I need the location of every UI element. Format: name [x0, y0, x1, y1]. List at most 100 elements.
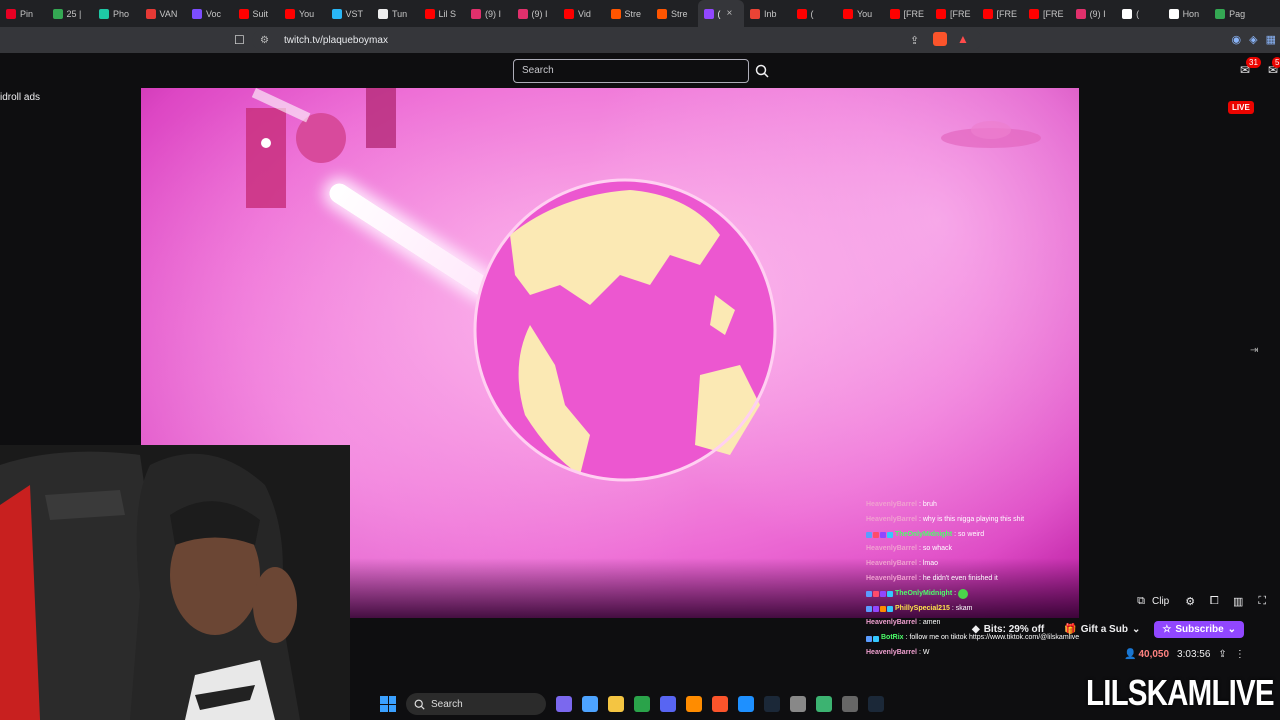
browser-tab[interactable]: 25 | [47, 0, 94, 27]
taskbar-app-icon[interactable] [660, 696, 676, 712]
chat-message: HeavenlyBarrel: why is this nigga playin… [866, 513, 1096, 528]
browser-tab[interactable]: (9) I [1070, 0, 1117, 27]
chat-badge-icon [880, 591, 886, 598]
tab-label: [FRE [903, 8, 925, 19]
chat-username[interactable]: HeavenlyBarrel [866, 542, 917, 557]
tab-favicon-icon [889, 8, 900, 19]
browser-tab[interactable]: You [837, 0, 884, 27]
miniplayer-icon[interactable]: ⧠ [1207, 594, 1221, 608]
browser-tab[interactable]: ( [791, 0, 838, 27]
taskbar-app-icon[interactable] [868, 696, 884, 712]
browser-tab[interactable]: VST [326, 0, 373, 27]
browser-tab[interactable]: Pin [0, 0, 47, 27]
taskbar-app-icon[interactable] [790, 696, 806, 712]
tab-label: (9) I [1089, 8, 1106, 19]
browser-tab[interactable]: Suit [233, 0, 280, 27]
chat-text: : W [918, 648, 930, 656]
chat-message: PhillySpecial215: skam [866, 602, 1096, 617]
chat-username[interactable]: HeavenlyBarrel [866, 616, 917, 631]
fullscreen-icon[interactable]: ⛶ [1255, 594, 1269, 608]
taskbar-app-icon[interactable] [686, 696, 702, 712]
browser-tab[interactable]: Tun [372, 0, 419, 27]
gift-sub-button[interactable]: 🎁 Gift a Sub ⌄ [1058, 621, 1146, 638]
taskbar-app-icon[interactable] [738, 696, 754, 712]
browser-tab[interactable]: ( [1116, 0, 1163, 27]
extension-icon[interactable]: ◉ [1232, 33, 1242, 46]
clip-button[interactable]: ⧉ Clip [1130, 592, 1173, 610]
site-settings-icon[interactable]: ⚙ [260, 35, 274, 46]
taskbar-search[interactable]: Search [406, 693, 546, 715]
taskbar-app-icon[interactable] [764, 696, 780, 712]
browser-tab[interactable]: [FRE [1023, 0, 1070, 27]
taskbar-app-icon[interactable] [608, 696, 624, 712]
browser-tab[interactable]: Pho [93, 0, 140, 27]
browser-tab[interactable]: Stre [651, 0, 698, 27]
browser-tab[interactable]: Hon [1163, 0, 1210, 27]
browser-tab[interactable]: (9) I [465, 0, 512, 27]
collapse-chat-icon[interactable]: ⇥ [1250, 345, 1258, 356]
browser-tab[interactable]: Voc [186, 0, 233, 27]
taskbar-app-icon[interactable] [634, 696, 650, 712]
browser-tab[interactable]: VAN [140, 0, 187, 27]
browser-tab[interactable]: Vid [558, 0, 605, 27]
browser-tab[interactable]: You [279, 0, 326, 27]
tab-favicon-icon [331, 8, 342, 19]
browser-tab[interactable]: Pag [1209, 0, 1256, 27]
share-icon[interactable]: ⇪ [910, 34, 919, 47]
chat-username[interactable]: BotRix [881, 631, 904, 646]
tab-label: Lil S [438, 8, 457, 19]
taskbar-app-icon[interactable] [556, 696, 572, 712]
chat-badge-icon [887, 605, 893, 612]
taskbar-app-icon[interactable] [816, 696, 832, 712]
search-button[interactable] [751, 59, 773, 83]
browser-tab[interactable]: [FRE [977, 0, 1024, 27]
bookmark-icon[interactable]: ☐ [234, 33, 246, 47]
subscribe-button[interactable]: ☆ Subscribe ⌄ [1154, 621, 1245, 638]
tab-label: You [857, 8, 873, 19]
chat-text: : why is this nigga playing this shit [918, 515, 1025, 523]
browser-tab[interactable]: (× [697, 0, 744, 27]
extension-icon[interactable]: ▦ [1266, 33, 1276, 46]
close-tab-icon[interactable]: × [727, 8, 733, 19]
taskbar-app-icon[interactable] [712, 696, 728, 712]
search-input[interactable]: Search [513, 59, 749, 83]
windows-start-icon[interactable] [380, 696, 396, 712]
tab-label: Stre [671, 8, 688, 19]
chat-username[interactable]: TheOnlyMidnight [895, 528, 952, 543]
chat-username[interactable]: PhillySpecial215 [895, 602, 950, 617]
share-icon[interactable]: ⇪ [1218, 649, 1226, 660]
extension-icon[interactable]: ◈ [1249, 33, 1257, 46]
chat-username[interactable]: TheOnlyMidnight [895, 587, 952, 602]
chat-text: : so weird [954, 530, 985, 538]
taskbar-app-icon[interactable] [582, 696, 598, 712]
chevron-down-icon: ⌄ [1227, 624, 1237, 635]
browser-tab[interactable]: Lil S [419, 0, 466, 27]
chat-username[interactable]: HeavenlyBarrel [866, 572, 917, 587]
chat-badge-icon [873, 531, 879, 538]
address-bar[interactable]: ⚙ twitch.tv/plaqueboymax [252, 30, 982, 50]
chat-badges [866, 591, 893, 598]
chat-username[interactable]: HeavenlyBarrel [866, 498, 917, 513]
chat-username[interactable]: HeavenlyBarrel [866, 646, 917, 661]
browser-tab[interactable]: Inb [744, 0, 791, 27]
brave-shields-icon[interactable] [933, 32, 947, 46]
tab-favicon-icon [378, 8, 388, 19]
chat-badges [866, 635, 879, 642]
chat-badge-icon [887, 531, 893, 538]
browser-tab[interactable]: [FRE [884, 0, 931, 27]
more-options-icon[interactable]: ⋮ [1235, 649, 1245, 660]
browser-tab[interactable]: [FRE [930, 0, 977, 27]
browser-tab[interactable]: (9) I [512, 0, 559, 27]
tab-label: Hon [1182, 8, 1200, 19]
settings-gear-icon[interactable]: ⚙ [1183, 594, 1197, 608]
theatre-mode-icon[interactable]: ▥ [1231, 594, 1245, 608]
browser-tab[interactable]: Stre [605, 0, 652, 27]
webcam-feed [0, 445, 350, 720]
chat-username[interactable]: HeavenlyBarrel [866, 513, 917, 528]
brave-rewards-icon[interactable]: ▲ [957, 32, 969, 46]
chat-username[interactable]: HeavenlyBarrel [866, 557, 917, 572]
inbox-count: 5 [1272, 57, 1280, 68]
chat-text: : lmao [918, 560, 939, 568]
bits-button[interactable]: ◆ Bits: 29% off [966, 621, 1050, 638]
taskbar-app-icon[interactable] [842, 696, 858, 712]
